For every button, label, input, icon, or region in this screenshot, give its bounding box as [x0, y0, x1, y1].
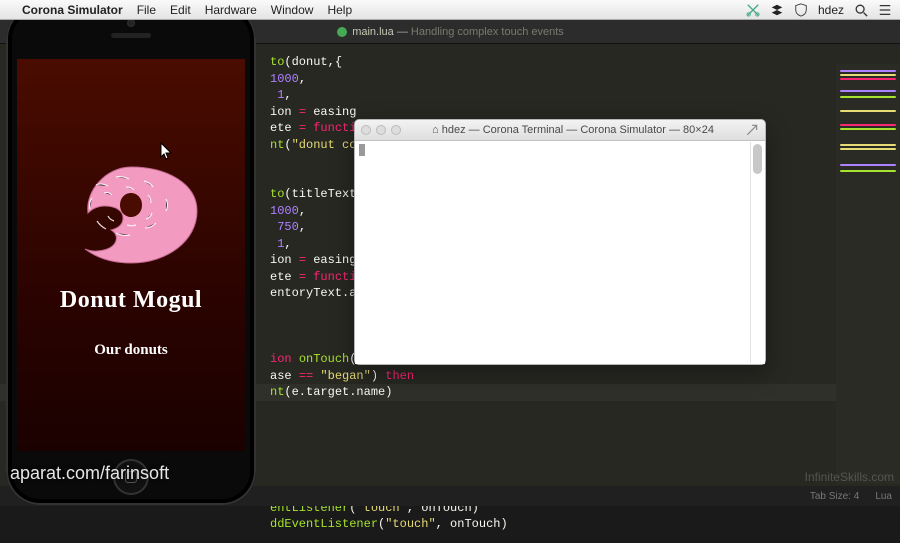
scissors-icon[interactable] — [746, 3, 760, 17]
code-line[interactable]: 750, — [270, 220, 306, 234]
minimap[interactable] — [836, 64, 900, 484]
iphone-simulator: Donut Mogul Our donuts — [6, 5, 256, 505]
menu-window[interactable]: Window — [271, 3, 314, 17]
donut-image[interactable] — [56, 159, 206, 269]
shield-icon[interactable] — [794, 3, 808, 17]
menu-file[interactable]: File — [137, 3, 156, 17]
code-line[interactable]: to(titleText — [270, 187, 356, 201]
terminal-scrollbar[interactable] — [750, 142, 764, 363]
code-line[interactable]: 1000, — [270, 204, 306, 218]
traffic-close-icon[interactable] — [361, 125, 371, 135]
editor-subtitle: Handling complex touch events — [411, 26, 564, 38]
menubar-user[interactable]: hdez — [818, 3, 844, 17]
code-line[interactable]: ion = easing — [270, 253, 356, 267]
phone-screen[interactable]: Donut Mogul Our donuts — [17, 59, 245, 451]
menu-hardware[interactable]: Hardware — [205, 3, 257, 17]
traffic-zoom-icon[interactable] — [391, 125, 401, 135]
terminal-expand-icon[interactable] — [745, 123, 759, 137]
phone-top-hardware — [111, 19, 151, 38]
terminal-home-icon: ⌂ — [432, 124, 439, 136]
code-line[interactable]: 1, — [270, 237, 292, 251]
watermark-text-2: InfiniteSkills.com — [805, 470, 894, 484]
terminal-window: ⌂ hdez — Corona Terminal — Corona Simula… — [354, 119, 766, 365]
code-line[interactable]: ion onTouch( — [270, 352, 356, 366]
code-line[interactable]: 1000, — [270, 72, 306, 86]
phone-camera-icon — [127, 19, 135, 27]
editor-filename[interactable]: main.lua — [352, 26, 394, 38]
code-line[interactable]: ion = easing — [270, 105, 356, 119]
menu-help[interactable]: Help — [327, 3, 352, 17]
code-line[interactable]: to(donut,{ — [270, 55, 342, 69]
code-line[interactable]: ete = functi — [270, 121, 356, 135]
status-tabsize[interactable]: Tab Size: 4 — [810, 491, 859, 502]
terminal-titlebar[interactable]: ⌂ hdez — Corona Terminal — Corona Simula… — [355, 120, 765, 141]
terminal-caret-icon — [359, 144, 365, 156]
dropbox-icon[interactable] — [770, 3, 784, 17]
code-line[interactable]: entoryText.a — [270, 286, 356, 300]
phone-speaker-icon — [111, 33, 151, 38]
code-line[interactable]: ddEventListener("touch", onTouch) — [270, 517, 508, 531]
app-title: Donut Mogul — [60, 287, 202, 314]
code-line[interactable]: nt("donut co — [270, 138, 356, 152]
code-line[interactable]: ase == "began") then — [270, 369, 414, 383]
scrollbar-thumb[interactable] — [753, 144, 762, 174]
code-line[interactable]: 1, — [270, 88, 292, 102]
code-line[interactable]: ete = functi — [270, 270, 356, 284]
terminal-title: hdez — Corona Terminal — Corona Simulato… — [442, 124, 714, 136]
terminal-body[interactable] — [355, 141, 765, 364]
app-subtitle: Our donuts — [94, 342, 168, 359]
watermark-text: aparat.com/farinsoft — [10, 463, 169, 484]
lua-file-icon — [336, 26, 348, 38]
menu-edit[interactable]: Edit — [170, 3, 191, 17]
status-lang[interactable]: Lua — [875, 491, 892, 502]
traffic-minimize-icon[interactable] — [376, 125, 386, 135]
spotlight-icon[interactable] — [854, 3, 868, 17]
app-title[interactable]: Corona Simulator — [22, 3, 123, 17]
mac-menubar: Corona Simulator File Edit Hardware Wind… — [0, 0, 900, 20]
list-icon[interactable] — [878, 3, 892, 17]
